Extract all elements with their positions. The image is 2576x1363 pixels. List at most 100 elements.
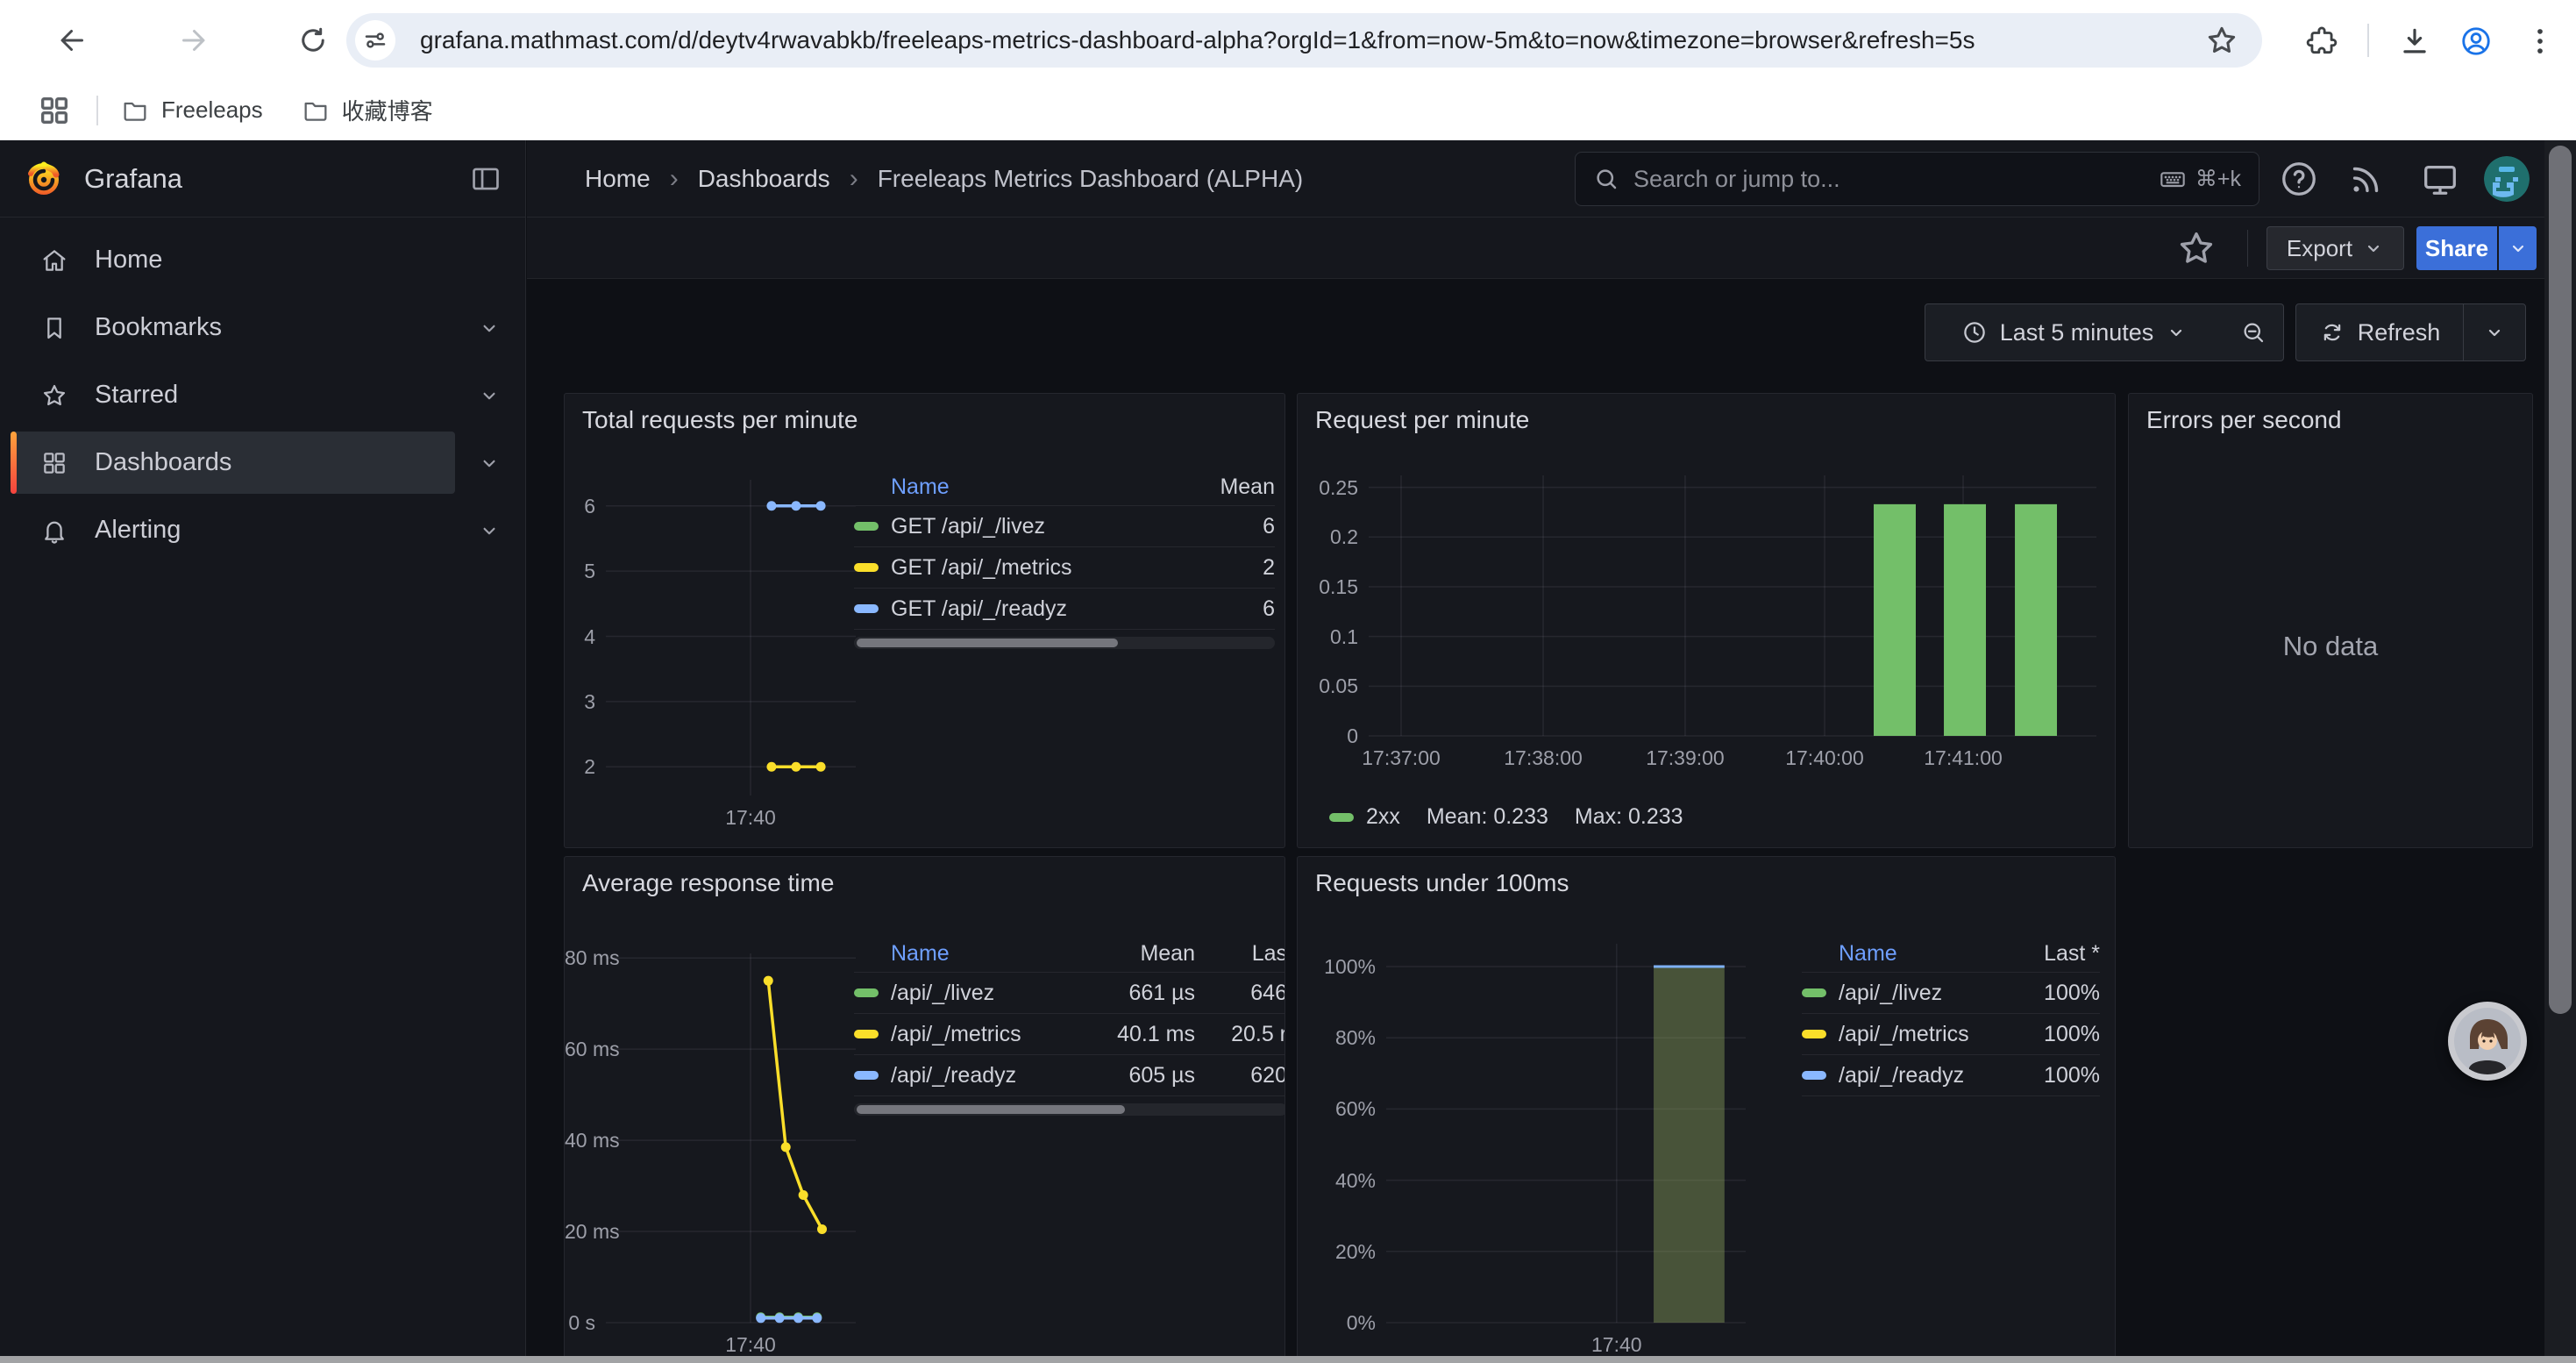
star-icon — [40, 382, 68, 410]
legend-row[interactable]: /api/_/livez661 µs646 — [854, 973, 1285, 1014]
sidebar-item-starred[interactable]: Starred — [0, 361, 525, 429]
share-menu-button[interactable] — [2499, 226, 2537, 270]
panel-title[interactable]: Errors per second — [2146, 406, 2342, 434]
main-area: Home›Dashboards›Freeleaps Metrics Dashbo… — [527, 140, 2576, 1363]
zoom-out-button[interactable] — [2223, 303, 2284, 361]
panel-total-requests: Total requests per minute 6543217:40 Nam… — [564, 393, 1285, 848]
display-button[interactable] — [2420, 159, 2460, 199]
panel-requests-under-100ms: Requests under 100ms 100%80%60%40%20%0%1… — [1297, 856, 2116, 1363]
refresh-button[interactable]: Refresh — [2295, 303, 2464, 361]
legend-row[interactable]: GET /api/_/livez6 — [854, 506, 1275, 547]
address-bar[interactable]: grafana.mathmast.com/d/deytv4rwavabkb/fr… — [346, 13, 2262, 68]
legend-scrollbar[interactable] — [854, 1103, 1285, 1116]
url-text[interactable]: grafana.mathmast.com/d/deytv4rwavabkb/fr… — [420, 26, 2204, 54]
reload-icon — [297, 25, 329, 56]
y-axis-tick: 0.05 — [1307, 674, 1358, 698]
y-axis-tick: 20 ms — [565, 1220, 595, 1244]
assistant-avatar-widget[interactable] — [2448, 1002, 2527, 1081]
extensions-button[interactable] — [2300, 19, 2344, 63]
y-axis-tick: 5 — [565, 560, 595, 583]
legend-stat: Max: 0.233 — [1575, 804, 1683, 830]
legend-series-name: 2xx — [1366, 804, 1400, 830]
legend-row[interactable]: /api/_/readyz100% — [1802, 1055, 2100, 1096]
panel-title[interactable]: Total requests per minute — [582, 406, 857, 434]
legend-scrollbar-thumb[interactable] — [857, 1105, 1125, 1114]
time-range-picker[interactable]: Last 5 minutes — [1925, 303, 2224, 361]
sidebar-item-alerting[interactable]: Alerting — [0, 496, 525, 564]
legend-table: NameMeanLas/api/_/livez661 µs646/api/_/m… — [854, 936, 1285, 1116]
share-button[interactable]: Share — [2416, 226, 2497, 270]
export-button[interactable]: Export — [2266, 226, 2404, 270]
legend-row[interactable]: /api/_/readyz605 µs620 — [854, 1055, 1285, 1096]
forward-button[interactable] — [169, 17, 217, 64]
page-scrollbar[interactable] — [2544, 140, 2576, 1356]
breadcrumb-item[interactable]: Home — [585, 165, 651, 193]
browser-chrome: grafana.mathmast.com/d/deytv4rwavabkb/fr… — [0, 0, 2576, 140]
legend-row[interactable]: /api/_/metrics40.1 ms20.5 r — [854, 1014, 1285, 1055]
c1-plot-area[interactable] — [606, 480, 856, 796]
x-axis-tick: 17:39:00 — [1624, 746, 1747, 770]
bookmarks-bar: Freeleaps 收藏博客 — [0, 81, 2576, 140]
average-response-time-chart: 80 ms60 ms40 ms20 ms0 s17:40 — [565, 953, 863, 1363]
panel-title[interactable]: Requests under 100ms — [1315, 869, 1569, 897]
c5-plot-area[interactable] — [1386, 944, 1746, 1323]
legend-scrollbar-thumb[interactable] — [857, 639, 1118, 647]
sidebar-item-bookmarks[interactable]: Bookmarks — [0, 294, 525, 361]
profile-button[interactable] — [2454, 19, 2498, 63]
total-requests-chart: 6543217:40 — [565, 480, 863, 839]
top-nav: Home›Dashboards›Freeleaps Metrics Dashbo… — [527, 140, 2576, 218]
apps-icon — [40, 449, 68, 477]
legend-row[interactable]: GET /api/_/readyz6 — [854, 589, 1275, 630]
breadcrumb: Home›Dashboards›Freeleaps Metrics Dashbo… — [585, 140, 1303, 218]
apps-grid-icon[interactable] — [37, 93, 72, 128]
legend-scrollbar[interactable] — [854, 637, 1275, 649]
reload-button[interactable] — [289, 17, 337, 64]
forward-icon — [177, 25, 209, 56]
series-color-swatch — [854, 604, 879, 613]
legend-row[interactable]: GET /api/_/metrics2 — [854, 547, 1275, 589]
menu-button[interactable] — [2518, 19, 2562, 63]
panel-request-per-minute: Request per minute 0.250.20.150.10.05017… — [1297, 393, 2116, 848]
news-button[interactable] — [2346, 159, 2387, 199]
scrollbar-thumb[interactable] — [2549, 146, 2572, 1014]
brand-title: Grafana — [84, 163, 182, 195]
bookmark-item[interactable]: 收藏博客 — [302, 94, 433, 126]
c2-plot-area[interactable] — [1369, 475, 2096, 736]
refresh-interval-button[interactable] — [2463, 303, 2526, 361]
panel-title[interactable]: Request per minute — [1315, 406, 1529, 434]
x-axis-tick: 17:40 — [689, 1333, 812, 1357]
c4-plot-area[interactable] — [606, 953, 856, 1323]
search-input[interactable]: Search or jump to... ⌘+k — [1575, 152, 2259, 206]
site-info-icon[interactable] — [355, 20, 395, 61]
sidebar-item-dashboards[interactable]: Dashboards — [0, 429, 525, 496]
favorite-dashboard-icon[interactable] — [2175, 227, 2217, 269]
legend-stat: Mean: 0.233 — [1427, 804, 1548, 830]
download-icon — [2398, 25, 2431, 58]
legend-header: NameMean — [854, 469, 1275, 506]
grafana-logo[interactable] — [23, 158, 65, 200]
legend-row[interactable]: /api/_/livez100% — [1802, 973, 2100, 1014]
bookmark-item[interactable]: Freeleaps — [121, 96, 263, 125]
x-axis-tick: 17:37:00 — [1340, 746, 1462, 770]
series-color-swatch — [1802, 988, 1826, 997]
panel-title[interactable]: Average response time — [582, 869, 834, 897]
search-placeholder: Search or jump to... — [1633, 166, 2159, 193]
bookmark-star-icon[interactable] — [2204, 23, 2239, 58]
help-button[interactable] — [2279, 159, 2319, 199]
sidebar-header: Grafana — [0, 140, 525, 218]
toolbar-divider — [2367, 24, 2369, 57]
y-axis-tick: 4 — [565, 625, 595, 649]
back-button[interactable] — [49, 17, 96, 64]
downloads-button[interactable] — [2393, 19, 2437, 63]
breadcrumb-item[interactable]: Dashboards — [698, 165, 830, 193]
legend-inline[interactable]: 2xx Mean: 0.233 Max: 0.233 — [1329, 804, 1683, 830]
y-axis-tick: 100% — [1307, 955, 1376, 979]
collapse-sidebar-icon[interactable] — [469, 162, 502, 196]
user-avatar-image — [2484, 156, 2530, 202]
request-per-minute-chart: 0.250.20.150.10.05017:37:0017:38:0017:39… — [1307, 475, 2105, 782]
chevron-down-icon — [2166, 322, 2187, 343]
sidebar-item-home[interactable]: Home — [0, 226, 525, 294]
user-avatar[interactable] — [2484, 156, 2530, 202]
legend-row[interactable]: /api/_/metrics100% — [1802, 1014, 2100, 1055]
browser-toolbar: grafana.mathmast.com/d/deytv4rwavabkb/fr… — [0, 0, 2576, 81]
